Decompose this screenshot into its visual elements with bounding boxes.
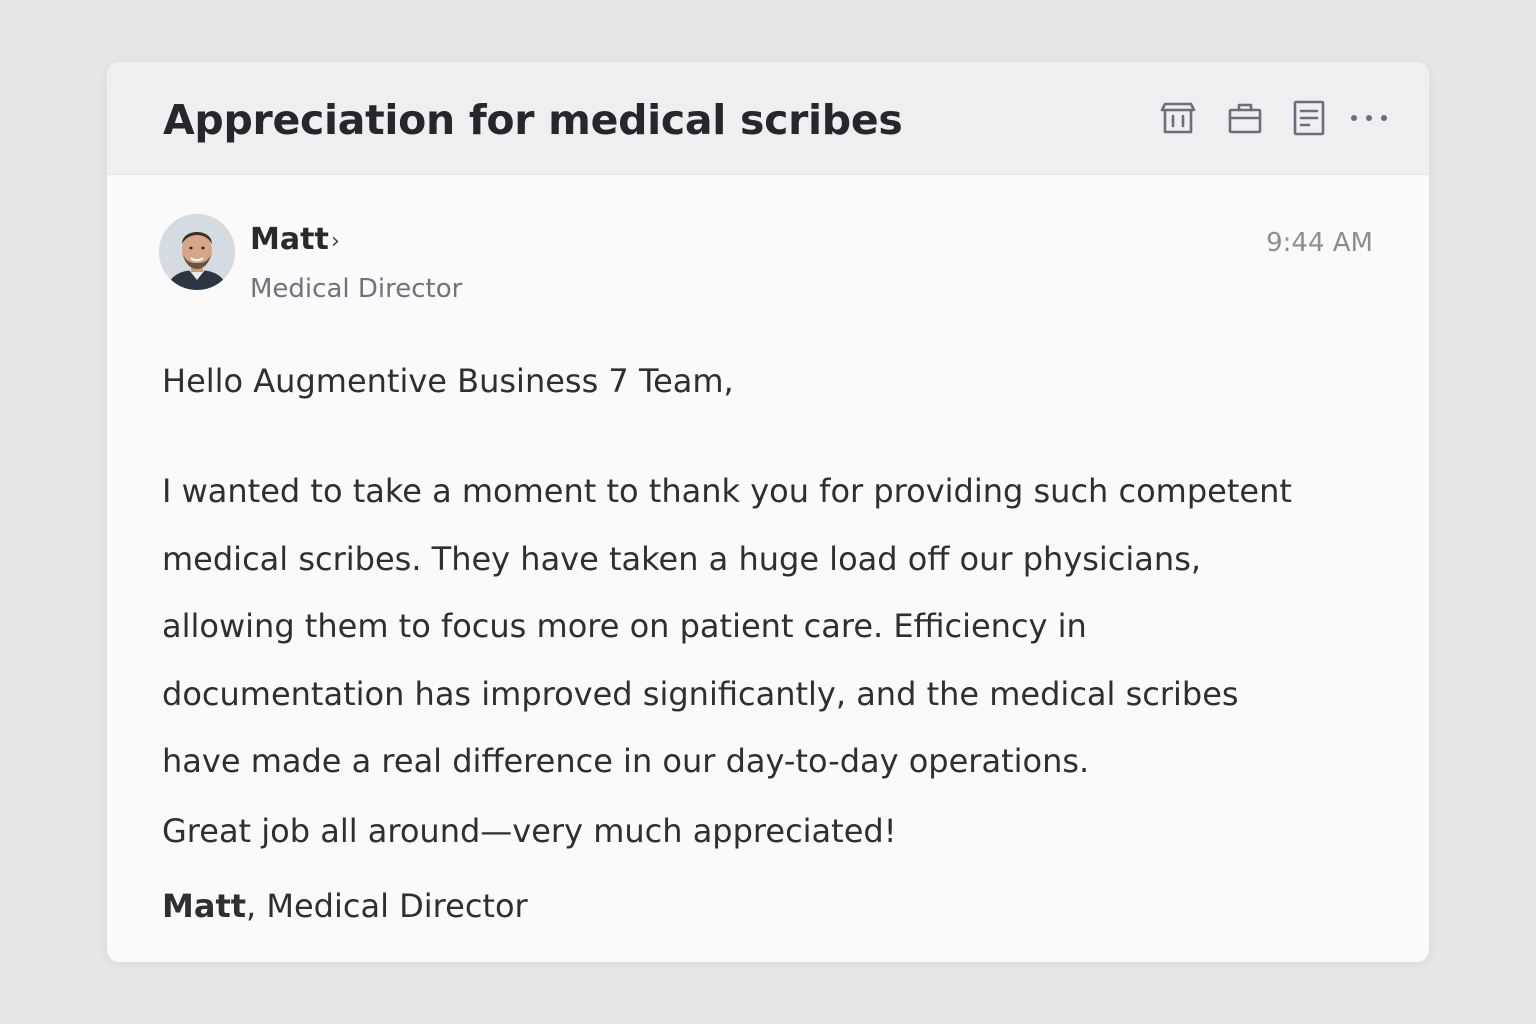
signature-name: Matt: [162, 887, 247, 925]
body-line: have made a real difference in our day-t…: [162, 742, 1090, 780]
archive-button[interactable]: [1158, 98, 1198, 138]
sender-name[interactable]: Matt: [250, 222, 329, 257]
email-card: Appreciation for medical scribes Matt › …: [107, 62, 1429, 962]
email-greeting: Hello Augmentive Business 7 Team,: [162, 362, 734, 400]
body-line: documentation has improved significantly…: [162, 674, 1239, 713]
more-button[interactable]: [1349, 98, 1389, 138]
body-line: I wanted to take a moment to thank you f…: [162, 472, 1292, 510]
avatar-photo: [159, 214, 235, 290]
briefcase-icon: [1228, 103, 1262, 134]
timestamp: 9:44 AM: [1266, 228, 1373, 258]
signature-title: , Medical Director: [246, 887, 528, 925]
email-signature: Matt, Medical Director: [162, 887, 528, 925]
chevron-right-icon[interactable]: ›: [331, 229, 340, 254]
avatar[interactable]: [159, 214, 235, 290]
more-icon: [1351, 115, 1387, 121]
body-line: medical scribes. They have taken a huge …: [162, 539, 1202, 578]
notes-button[interactable]: [1289, 98, 1329, 138]
body-line: allowing them to focus more on patient c…: [162, 607, 1087, 645]
email-toolbar: [1158, 98, 1389, 138]
email-body: I wanted to take a moment to thank you f…: [162, 458, 1382, 796]
note-icon: [1293, 100, 1325, 136]
archive-icon: [1160, 102, 1196, 134]
email-closing: Great job all around—very much appreciat…: [162, 812, 897, 850]
sender-title: Medical Director: [250, 274, 463, 304]
email-subject: Appreciation for medical scribes: [163, 96, 903, 144]
move-button[interactable]: [1225, 98, 1265, 138]
email-header: Appreciation for medical scribes: [107, 62, 1429, 175]
